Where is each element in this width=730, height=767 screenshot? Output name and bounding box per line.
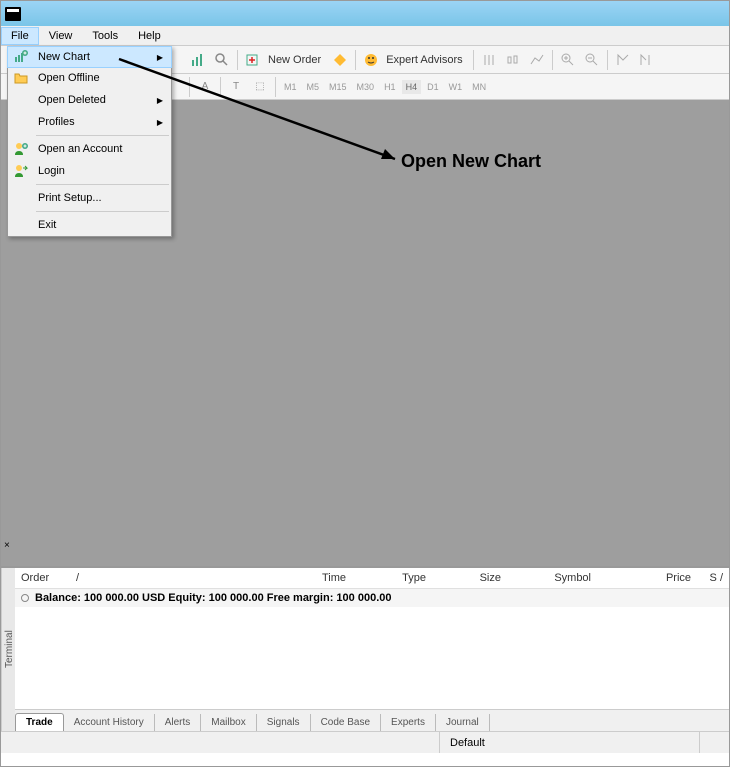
tab-account-history[interactable]: Account History (64, 714, 155, 731)
menu-open-account[interactable]: Open an Account (8, 138, 171, 160)
timeframe-d1[interactable]: D1 (423, 80, 443, 94)
menu-print-setup-label: Print Setup... (38, 192, 102, 204)
user-login-icon (13, 163, 29, 179)
chart-icon[interactable] (187, 49, 209, 71)
shift-icon[interactable] (636, 49, 658, 71)
menu-profiles-label: Profiles (38, 116, 75, 128)
menu-login[interactable]: Login (8, 160, 171, 182)
menu-separator (36, 135, 169, 136)
menu-open-offline-label: Open Offline (38, 72, 100, 84)
terminal-balance-row[interactable]: Balance: 100 000.00 USD Equity: 100 000.… (15, 589, 729, 607)
new-order-icon[interactable] (242, 49, 264, 71)
col-type[interactable]: Type (346, 572, 426, 584)
row-indicator-icon (21, 594, 29, 602)
menu-profiles[interactable]: Profiles ▶ (8, 111, 171, 133)
expert-advisors-label[interactable]: Expert Advisors (386, 54, 462, 66)
folder-icon (13, 70, 29, 86)
col-price[interactable]: Price (591, 572, 691, 584)
menu-file[interactable]: File (1, 27, 39, 45)
menu-open-offline[interactable]: Open Offline (8, 67, 171, 89)
col-order[interactable]: Order (21, 572, 76, 584)
zoom-in-icon[interactable] (557, 49, 579, 71)
submenu-arrow-icon: ▶ (157, 96, 163, 105)
file-dropdown: New Chart ▶ Open Offline Open Deleted ▶ … (7, 46, 172, 237)
search-icon[interactable] (211, 49, 233, 71)
new-order-label[interactable]: New Order (268, 54, 321, 66)
timeframe-h4[interactable]: H4 (402, 80, 422, 94)
col-s[interactable]: S / (691, 572, 723, 584)
terminal-panel: Terminal Order / Time Type Size Symbol P… (1, 566, 729, 731)
terminal-tabs: Trade Account History Alerts Mailbox Sig… (15, 709, 729, 731)
candles-icon[interactable] (502, 49, 524, 71)
tab-signals[interactable]: Signals (257, 714, 311, 731)
menu-login-label: Login (38, 165, 65, 177)
terminal-header: Order / Time Type Size Symbol Price S / (15, 568, 729, 589)
timeframe-h1[interactable]: H1 (380, 80, 400, 94)
status-empty (699, 732, 729, 753)
timeframe-m1[interactable]: M1 (280, 80, 301, 94)
menu-print-setup[interactable]: Print Setup... (8, 187, 171, 209)
tab-alerts[interactable]: Alerts (155, 714, 202, 731)
scroll-icon[interactable] (612, 49, 634, 71)
menu-exit-label: Exit (38, 219, 56, 231)
menu-open-deleted[interactable]: Open Deleted ▶ (8, 89, 171, 111)
text-a-icon[interactable]: A (194, 76, 216, 98)
tab-code-base[interactable]: Code Base (311, 714, 381, 731)
terminal-close-button[interactable]: × (4, 540, 10, 551)
terminal-side-label: Terminal (1, 568, 15, 731)
line-icon[interactable] (526, 49, 548, 71)
col-size[interactable]: Size (426, 572, 501, 584)
menu-open-account-label: Open an Account (38, 143, 122, 155)
col-time[interactable]: Time (256, 572, 346, 584)
menu-exit[interactable]: Exit (8, 214, 171, 236)
col-sort[interactable]: / (76, 572, 256, 584)
submenu-arrow-icon: ▶ (157, 118, 163, 127)
menubar: File View Tools Help (1, 26, 729, 46)
app-icon (5, 7, 21, 21)
user-plus-icon (13, 141, 29, 157)
text-t-icon[interactable]: T (225, 76, 247, 98)
tab-mailbox[interactable]: Mailbox (201, 714, 256, 731)
terminal-body (15, 607, 729, 709)
diamond-icon[interactable] (329, 49, 351, 71)
zoom-out-icon[interactable] (581, 49, 603, 71)
expert-advisors-icon[interactable] (360, 49, 382, 71)
menu-open-deleted-label: Open Deleted (38, 94, 106, 106)
annotation-text: Open New Chart (401, 151, 541, 172)
timeframe-mn[interactable]: MN (468, 80, 490, 94)
titlebar (1, 1, 729, 26)
menu-new-chart[interactable]: New Chart ▶ (7, 46, 172, 68)
menu-view[interactable]: View (39, 27, 83, 45)
tab-journal[interactable]: Journal (436, 714, 490, 731)
tab-experts[interactable]: Experts (381, 714, 436, 731)
bars-icon[interactable] (478, 49, 500, 71)
statusbar: Default (1, 731, 729, 753)
timeframe-w1[interactable]: W1 (445, 80, 467, 94)
timeframe-m30[interactable]: M30 (353, 80, 379, 94)
timeframe-m15[interactable]: M15 (325, 80, 351, 94)
tab-trade[interactable]: Trade (15, 713, 64, 731)
balance-text: Balance: 100 000.00 USD Equity: 100 000.… (35, 592, 391, 604)
timeframe-m5[interactable]: M5 (303, 80, 324, 94)
menu-help[interactable]: Help (128, 27, 171, 45)
objects-icon[interactable]: ⬚ (249, 76, 271, 98)
menu-separator (36, 211, 169, 212)
menu-separator (36, 184, 169, 185)
chart-plus-icon (13, 49, 29, 65)
col-symbol[interactable]: Symbol (501, 572, 591, 584)
submenu-arrow-icon: ▶ (157, 53, 163, 62)
status-default: Default (439, 732, 699, 753)
menu-new-chart-label: New Chart (38, 51, 90, 63)
menu-tools[interactable]: Tools (82, 27, 128, 45)
